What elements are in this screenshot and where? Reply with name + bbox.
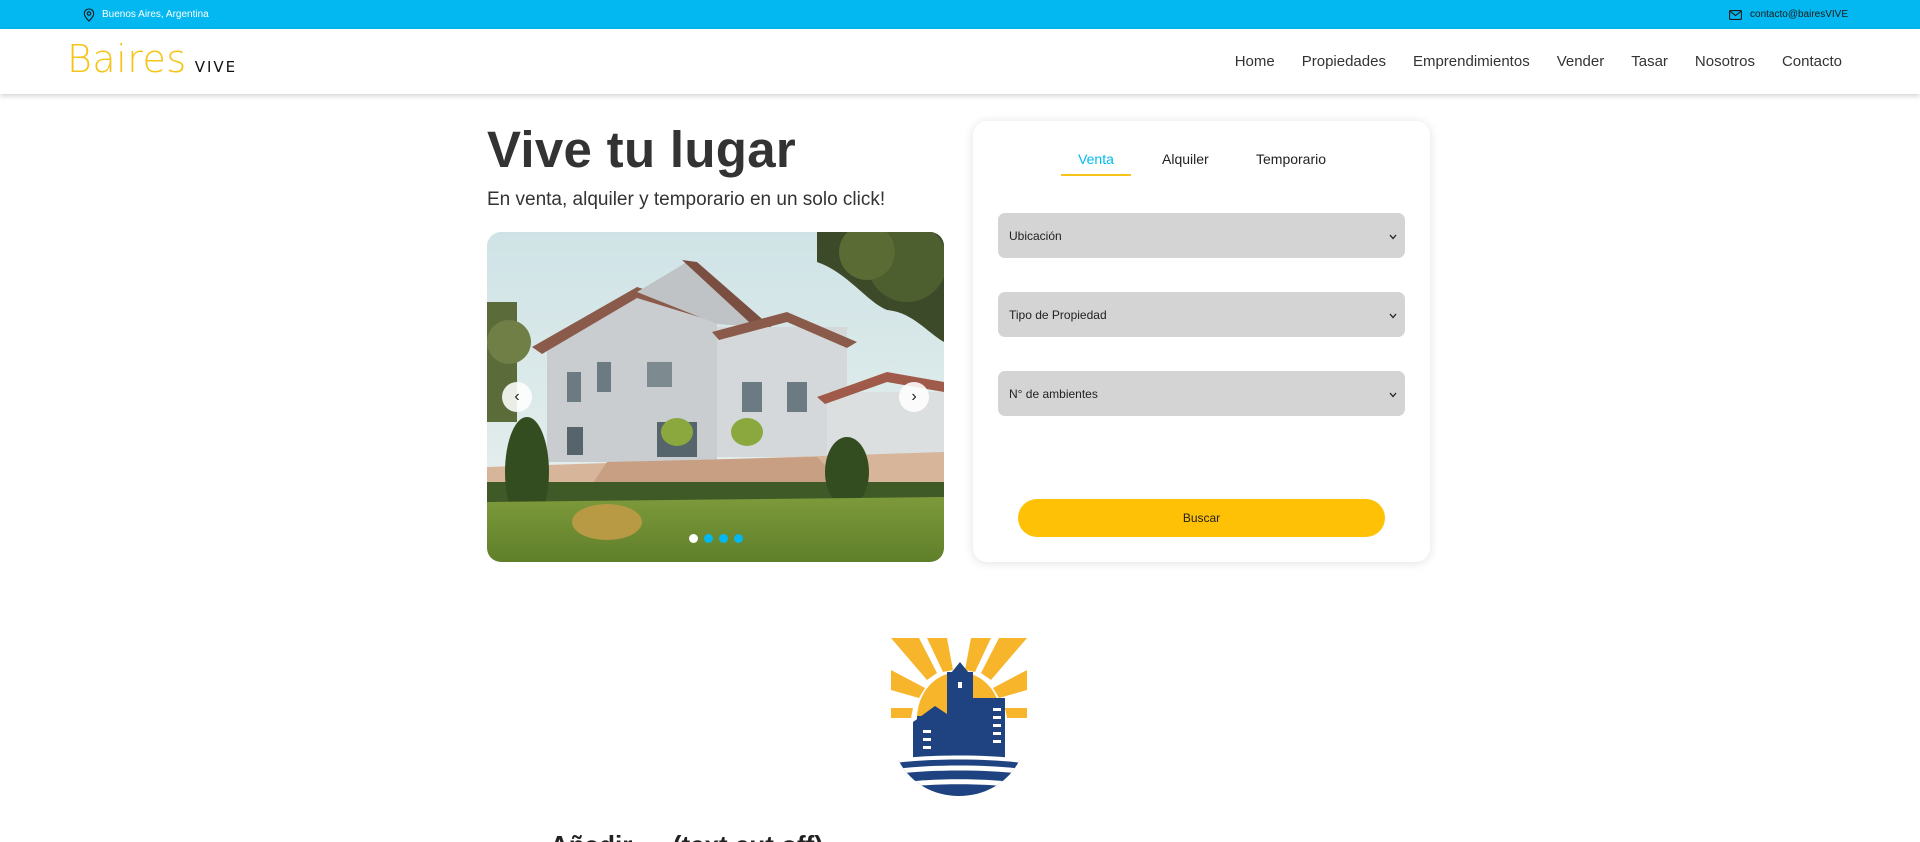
hero-title: Vive tu lugar (487, 121, 797, 178)
nav-item-home[interactable]: Home (1235, 53, 1275, 70)
property-carousel[interactable]: ‹ › (487, 232, 944, 562)
nav-item-propiedades[interactable]: Propiedades (1302, 53, 1386, 70)
brand-logo[interactable]: Baires VIVE (67, 37, 237, 81)
nav-item-vender[interactable]: Vender (1557, 53, 1605, 70)
property-type-select[interactable]: Tipo de Propiedad (998, 292, 1405, 337)
location-text: Buenos Aires, Argentina (102, 9, 209, 20)
carousel-dot-3[interactable] (719, 534, 728, 543)
baires-vive-emblem (889, 638, 1029, 798)
map-pin-icon (83, 7, 95, 22)
brand-name-secondary: VIVE (194, 58, 238, 76)
chevron-down-icon (1389, 308, 1397, 322)
email-info[interactable]: contacto@bairesVIVE (1729, 0, 1848, 29)
chevron-down-icon (1389, 229, 1397, 243)
tab-alquiler[interactable]: Alquiler (1162, 151, 1209, 174)
top-info-bar: Buenos Aires, Argentina contacto@bairesV… (0, 0, 1920, 29)
mail-icon (1729, 9, 1742, 20)
location-info: Buenos Aires, Argentina (83, 0, 209, 29)
nav-item-tasar[interactable]: Tasar (1631, 53, 1668, 70)
nav-item-emprendimientos[interactable]: Emprendimientos (1413, 53, 1530, 70)
property-search-card: Venta Alquiler Temporario Ubicación Tipo… (973, 121, 1430, 562)
carousel-dot-4[interactable] (734, 534, 743, 543)
carousel-dot-1[interactable] (689, 534, 698, 543)
section-heading-partial: Añadir … (text cut off) (550, 830, 823, 842)
rooms-select-value: N° de ambientes (1009, 386, 1098, 401)
site-header: Baires VIVE Home Propiedades Emprendimie… (0, 29, 1920, 94)
tab-temporario[interactable]: Temporario (1256, 151, 1326, 174)
nav-item-nosotros[interactable]: Nosotros (1695, 53, 1755, 70)
brand-name-primary: Baires (67, 37, 187, 81)
carousel-house-image (487, 232, 944, 562)
nav-item-contacto[interactable]: Contacto (1782, 53, 1842, 70)
property-type-select-value: Tipo de Propiedad (1009, 307, 1107, 322)
email-link[interactable]: contacto@bairesVIVE (1750, 9, 1848, 20)
carousel-prev-button[interactable]: ‹ (502, 382, 532, 412)
main-nav: Home Propiedades Emprendimientos Vender … (1235, 29, 1842, 94)
chevron-down-icon (1389, 387, 1397, 401)
hero-subtitle: En venta, alquiler y temporario en un so… (487, 189, 886, 210)
carousel-indicators (689, 534, 743, 543)
search-button[interactable]: Buscar (1018, 499, 1385, 537)
carousel-next-button[interactable]: › (899, 382, 929, 412)
location-select[interactable]: Ubicación (998, 213, 1405, 258)
location-select-value: Ubicación (1009, 228, 1062, 243)
search-tabs: Venta Alquiler Temporario (973, 121, 1430, 181)
rooms-select[interactable]: N° de ambientes (998, 371, 1405, 416)
carousel-dot-2[interactable] (704, 534, 713, 543)
tab-venta[interactable]: Venta (1061, 151, 1131, 176)
